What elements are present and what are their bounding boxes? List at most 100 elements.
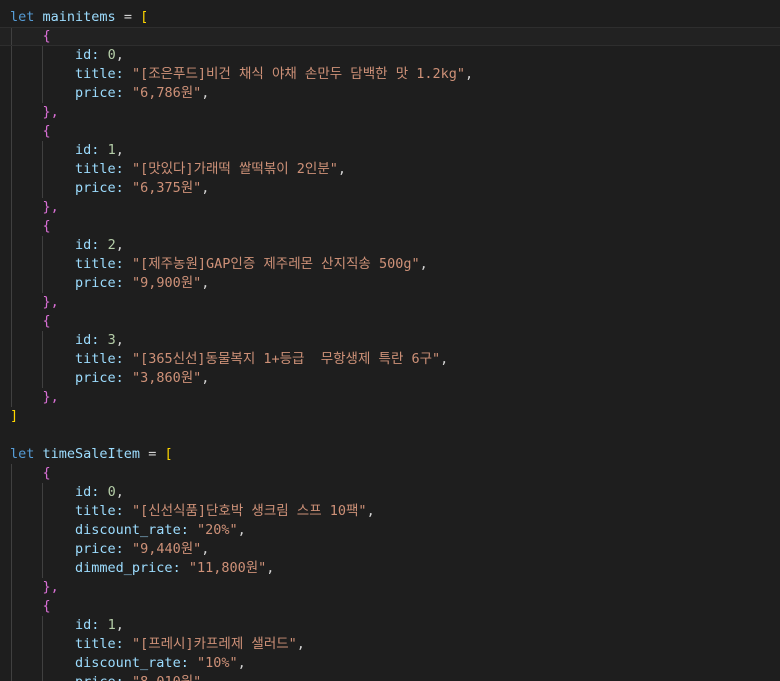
- declaration-line[interactable]: let mainitems = [: [0, 8, 780, 27]
- array-close-bracket: ]: [10, 408, 19, 424]
- code-line[interactable]: {: [0, 122, 780, 141]
- property-key: id:: [75, 142, 100, 158]
- code-text: title: "[맛있다]가래떡 쌀떡볶이 2인분",: [10, 160, 346, 179]
- property-key: price:: [75, 541, 124, 557]
- property-value: 0: [107, 47, 116, 63]
- code-editor[interactable]: let mainitems = [ { id: 0, title: "[조은푸드…: [0, 0, 780, 681]
- property-value: "[프레시]카프레제 샐러드": [131, 636, 297, 652]
- code-line[interactable]: },: [0, 103, 780, 122]
- code-line[interactable]: {: [0, 312, 780, 331]
- code-line[interactable]: title: "[맛있다]가래떡 쌀떡볶이 2인분",: [0, 160, 780, 179]
- code-line[interactable]: title: "[신선식품]단호박 생크림 스프 10팩",: [0, 502, 780, 521]
- comma: ,: [266, 560, 275, 576]
- let-keyword: let: [10, 9, 35, 25]
- object-open-brace: {: [42, 218, 51, 234]
- array-open-bracket: [: [164, 446, 173, 462]
- let-keyword: let: [10, 446, 35, 462]
- property-value: 0: [107, 484, 116, 500]
- code-text: title: "[신선식품]단호박 생크림 스프 10팩",: [10, 502, 375, 521]
- code-line[interactable]: ]: [0, 407, 780, 426]
- property-key: price:: [75, 85, 124, 101]
- property-value: "10%": [196, 655, 238, 671]
- property-key: id:: [75, 484, 100, 500]
- code-text: let mainitems = [: [10, 8, 148, 27]
- code-line[interactable]: title: "[조은푸드]비건 채식 야채 손만두 담백한 맛 1.2kg",: [0, 65, 780, 84]
- property-key: title:: [75, 636, 124, 652]
- code-line[interactable]: discount_rate: "20%",: [0, 521, 780, 540]
- code-line[interactable]: price: "6,786원",: [0, 84, 780, 103]
- code-line[interactable]: },: [0, 388, 780, 407]
- declaration-line[interactable]: let timeSaleItem = [: [0, 445, 780, 464]
- assign-operator: =: [123, 9, 132, 25]
- code-text: },: [10, 198, 59, 217]
- property-key: price:: [75, 370, 124, 386]
- code-line[interactable]: price: "9,440원",: [0, 540, 780, 559]
- property-key: dimmed_price:: [75, 560, 181, 576]
- property-key: price:: [75, 180, 124, 196]
- property-key: title:: [75, 66, 124, 82]
- code-line[interactable]: title: "[제주농원]GAP인증 제주레몬 산지직송 500g",: [0, 255, 780, 274]
- code-line[interactable]: dimmed_price: "11,800원",: [0, 559, 780, 578]
- code-line[interactable]: title: "[프레시]카프레제 샐러드",: [0, 635, 780, 654]
- code-text: price: "9,440원",: [10, 540, 209, 559]
- code-line[interactable]: {: [0, 597, 780, 616]
- code-text: let timeSaleItem = [: [10, 445, 173, 464]
- code-text: price: "6,786원",: [10, 84, 209, 103]
- code-line[interactable]: id: 0,: [0, 46, 780, 65]
- code-line[interactable]: {: [0, 217, 780, 236]
- code-text: id: 1,: [10, 141, 124, 160]
- code-line[interactable]: discount_rate: "10%",: [0, 654, 780, 673]
- object-close-brace: },: [42, 199, 59, 215]
- array-open-bracket: [: [140, 9, 149, 25]
- code-text: },: [10, 293, 59, 312]
- object-close-brace: },: [42, 579, 59, 595]
- code-text: price: "6,375원",: [10, 179, 209, 198]
- property-key: title:: [75, 503, 124, 519]
- object-open-brace: {: [42, 313, 51, 329]
- code-line[interactable]: },: [0, 293, 780, 312]
- code-text: },: [10, 578, 59, 597]
- code-line[interactable]: id: 0,: [0, 483, 780, 502]
- property-key: id:: [75, 332, 100, 348]
- code-text: id: 2,: [10, 236, 124, 255]
- code-line[interactable]: {: [0, 464, 780, 483]
- code-line[interactable]: id: 1,: [0, 616, 780, 635]
- code-line[interactable]: },: [0, 198, 780, 217]
- code-line[interactable]: {: [0, 27, 780, 46]
- property-key: title:: [75, 256, 124, 272]
- code-text: dimmed_price: "11,800원",: [10, 559, 274, 578]
- code-text: price: "9,900원",: [10, 274, 209, 293]
- property-value: "9,440원": [131, 541, 202, 557]
- comma: ,: [337, 161, 347, 177]
- code-line[interactable]: id: 1,: [0, 141, 780, 160]
- comma: ,: [465, 66, 474, 82]
- code-line[interactable]: price: "6,375원",: [0, 179, 780, 198]
- code-text: {: [10, 122, 51, 141]
- property-key: id:: [75, 617, 100, 633]
- code-line[interactable]: price: "3,860원",: [0, 369, 780, 388]
- comma: ,: [115, 142, 124, 158]
- comma: ,: [115, 332, 124, 348]
- property-value: "20%": [196, 522, 238, 538]
- object-open-brace: {: [42, 598, 51, 614]
- code-line[interactable]: id: 3,: [0, 331, 780, 350]
- property-value: 1: [107, 617, 116, 633]
- object-close-brace: },: [42, 104, 59, 120]
- comma: ,: [366, 503, 375, 519]
- property-value: "[맛있다]가래떡 쌀떡볶이 2인분": [131, 161, 338, 177]
- code-line[interactable]: title: "[365신선]동물복지 1+등급 무항생제 특란 6구",: [0, 350, 780, 369]
- code-text: title: "[제주농원]GAP인증 제주레몬 산지직송 500g",: [10, 255, 428, 274]
- variable-name: timeSaleItem: [42, 446, 141, 462]
- property-value: "[365신선]동물복지 1+등급 무항생제 특란 6구": [131, 351, 441, 367]
- property-value: "9,900원": [131, 275, 202, 291]
- comma: ,: [115, 47, 124, 63]
- code-line[interactable]: price: "9,900원",: [0, 274, 780, 293]
- variable-name: mainitems: [42, 9, 116, 25]
- comma: ,: [237, 655, 246, 671]
- code-line[interactable]: },: [0, 578, 780, 597]
- code-line[interactable]: price: "8,010원",: [0, 673, 780, 681]
- code-text: title: "[프레시]카프레제 샐러드",: [10, 635, 305, 654]
- property-value: "[신선식품]단호박 생크림 스프 10팩": [131, 503, 367, 519]
- code-text: {: [10, 217, 51, 236]
- code-line[interactable]: id: 2,: [0, 236, 780, 255]
